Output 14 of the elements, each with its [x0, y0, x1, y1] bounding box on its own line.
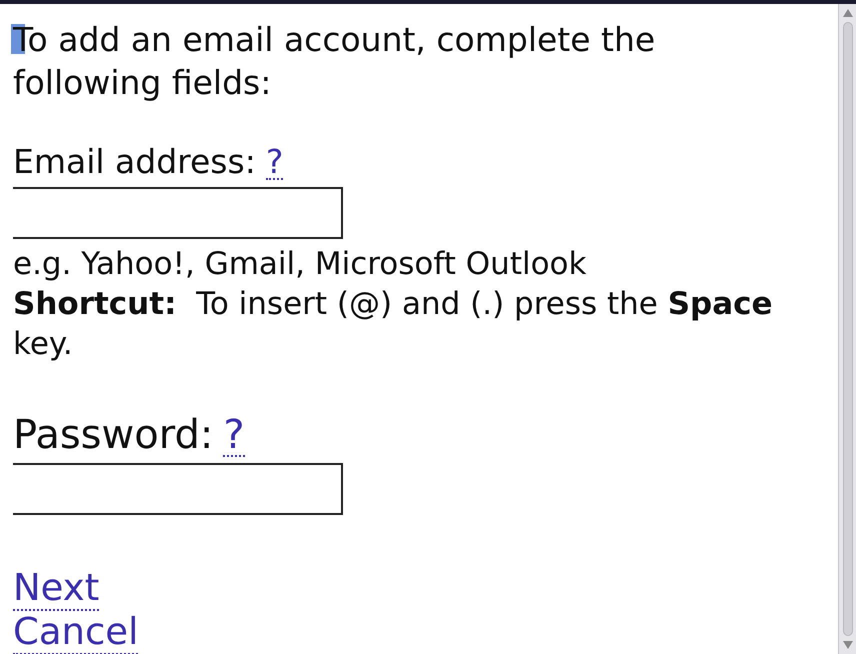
shortcut-text: Shortcut: To insert (@) and (.) press the Space key. [13, 285, 774, 364]
input-field[interactable] [13, 187, 343, 239]
hint-text: e.g. Yahoo!, Gmail, Microsoft Outlook [13, 245, 588, 284]
scroll-down-icon[interactable] [842, 640, 854, 650]
field-label: Email address: [13, 142, 256, 182]
link[interactable]: Next [13, 567, 100, 611]
scroll-up-icon[interactable] [842, 8, 854, 18]
scrollbar[interactable] [838, 4, 856, 654]
link[interactable]: Cancel [13, 611, 138, 654]
field-label: Password: [13, 412, 214, 458]
input-field[interactable] [13, 463, 343, 515]
help-link[interactable]: ? [266, 145, 284, 180]
help-link[interactable]: ? [223, 415, 245, 457]
scroll-thumb[interactable] [842, 22, 852, 636]
